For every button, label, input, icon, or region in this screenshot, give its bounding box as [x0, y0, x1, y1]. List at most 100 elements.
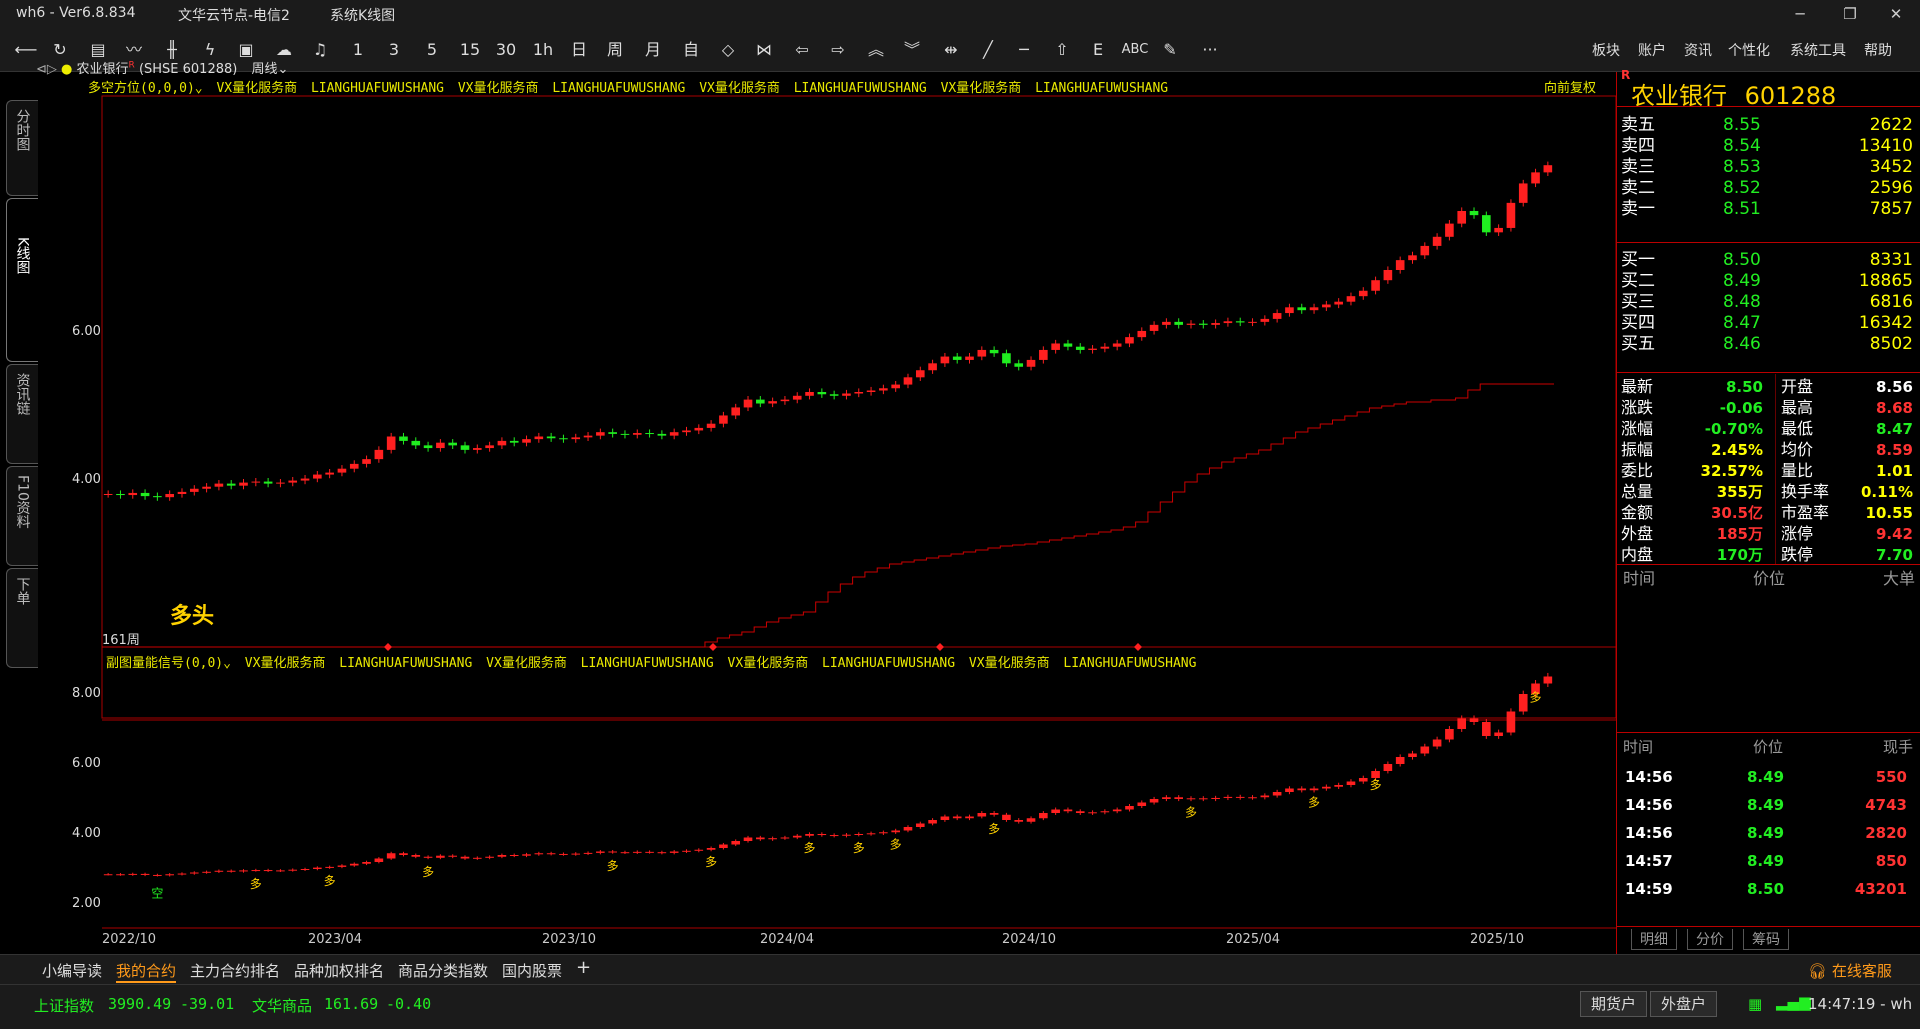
- period-1h[interactable]: 1h: [530, 38, 556, 62]
- period-1[interactable]: 1: [348, 38, 368, 62]
- chevron-down-icon[interactable]: ⌄: [195, 81, 203, 96]
- more-icon[interactable]: ···: [1196, 38, 1224, 62]
- sub-candles-group: [103, 672, 1553, 877]
- screen-icon[interactable]: ▦: [1748, 995, 1762, 1013]
- pen-icon[interactable]: ✎: [1158, 38, 1182, 62]
- minimize-icon[interactable]: ─: [1780, 2, 1820, 26]
- menu-sector[interactable]: 板块: [1592, 40, 1620, 60]
- sub-candle-body: [1235, 796, 1245, 798]
- chart-area[interactable]: 多多多多多多多多多多多多多空: [38, 72, 1616, 954]
- menu-help[interactable]: 帮助: [1864, 40, 1892, 60]
- tab-f10[interactable]: F10资料: [6, 466, 38, 566]
- sub-candle-body: [1494, 732, 1503, 736]
- tab-kline[interactable]: K线图: [6, 198, 38, 362]
- sub-candle-body: [1039, 813, 1048, 819]
- sub-candle-body: [300, 869, 310, 870]
- period-30[interactable]: 30: [492, 38, 520, 62]
- bigorder-header: 时间 价位 大单: [1617, 566, 1920, 592]
- tab-editor-guide[interactable]: 小编导读: [42, 960, 102, 981]
- sub-candle-body: [1445, 729, 1454, 740]
- bid-row[interactable]: 买五 8.46 8502: [1617, 331, 1920, 357]
- right-arrow-icon[interactable]: ⇨: [826, 38, 850, 62]
- tab-news-chain[interactable]: 资讯链: [6, 364, 38, 464]
- sub-candle-body: [1223, 796, 1233, 798]
- menu-account[interactable]: 账户: [1638, 40, 1666, 60]
- left-arrow-icon[interactable]: ⇦: [790, 38, 814, 62]
- close-icon[interactable]: ✕: [1876, 2, 1916, 26]
- instrument-name[interactable]: 农业银行: [77, 62, 129, 77]
- chart-type-icon[interactable]: ⊲▷: [36, 62, 57, 77]
- tab-price-dist[interactable]: 分价: [1687, 929, 1733, 950]
- zoom-in-icon[interactable]: ◇: [716, 38, 740, 62]
- sub-candle-body: [928, 820, 937, 824]
- trendline-icon[interactable]: ╱: [976, 38, 1000, 62]
- tick-row[interactable]: 14:56 8.49 2820: [1617, 819, 1920, 847]
- candle-body: [756, 399, 765, 404]
- sub-indicator-name[interactable]: 副图量能信号(0,0): [106, 656, 223, 671]
- sub-candle-body: [1395, 757, 1405, 764]
- zoom-out-icon[interactable]: ⋈: [752, 38, 776, 62]
- chevron-down-icon[interactable]: ⌄: [223, 656, 231, 671]
- candle-body: [965, 356, 974, 360]
- tab-weighted-ranking[interactable]: 品种加权排名: [294, 960, 384, 981]
- period-day[interactable]: 日: [568, 38, 590, 62]
- index1-name[interactable]: 上证指数: [34, 995, 94, 1016]
- crosshair-icon[interactable]: ⇹: [938, 38, 964, 62]
- menu-personalize[interactable]: 个性化: [1728, 40, 1770, 60]
- period-custom[interactable]: 自: [680, 38, 702, 62]
- add-tab-icon[interactable]: +: [576, 957, 591, 978]
- tick-row[interactable]: 14:57 8.49 850: [1617, 847, 1920, 875]
- tab-category-index[interactable]: 商品分类指数: [398, 960, 488, 981]
- period-5[interactable]: 5: [422, 38, 442, 62]
- candle-body: [399, 436, 408, 441]
- sub-candle-body: [805, 834, 814, 836]
- kline-chart[interactable]: 多多多多多多多多多多多多多空: [38, 72, 1616, 954]
- foreign-account-button[interactable]: 外盘户: [1650, 991, 1718, 1017]
- main-indicator-name[interactable]: 多空方位(0,0,0): [88, 81, 195, 96]
- tab-my-contracts[interactable]: 我的合约: [116, 960, 177, 983]
- sub-candle-body: [952, 816, 962, 819]
- sub-candle-body: [989, 813, 999, 815]
- online-service[interactable]: 🎧︎ 在线客服: [1808, 960, 1892, 981]
- period-15[interactable]: 15: [456, 38, 484, 62]
- period-select[interactable]: 周线⌄: [251, 62, 288, 77]
- sub-candle-body: [632, 851, 642, 853]
- period-3[interactable]: 3: [384, 38, 404, 62]
- candle-body: [928, 363, 937, 371]
- chevron-down-icon: ⌄: [277, 62, 289, 77]
- period-month[interactable]: 月: [642, 38, 664, 62]
- tab-detail[interactable]: 明细: [1631, 929, 1677, 950]
- tab-timeshare[interactable]: 分时图: [6, 100, 38, 196]
- index2-name[interactable]: 文华商品: [252, 995, 312, 1016]
- sub-candle-body: [608, 851, 617, 853]
- ask-row[interactable]: 卖一 8.51 7857: [1617, 196, 1920, 222]
- menu-news[interactable]: 资讯: [1684, 40, 1712, 60]
- fib-icon[interactable]: Ε: [1086, 38, 1110, 62]
- sub-candle-body: [534, 853, 544, 855]
- tick-row[interactable]: 14:56 8.49 4743: [1617, 791, 1920, 819]
- server-node[interactable]: 文华云节点-电信2: [178, 5, 290, 25]
- y-tick-sub-6: 6.00: [72, 756, 101, 771]
- bell-icon[interactable]: ♫: [308, 38, 332, 62]
- period-week[interactable]: 周: [604, 38, 626, 62]
- tab-main-ranking[interactable]: 主力合约排名: [190, 960, 280, 981]
- up-icon[interactable]: ︽: [864, 38, 888, 62]
- tab-chips[interactable]: 筹码: [1743, 929, 1789, 950]
- hline-icon[interactable]: ─: [1012, 38, 1036, 62]
- restore-mode[interactable]: 向前复权: [1544, 77, 1596, 96]
- candle-body: [989, 349, 999, 354]
- sub-candle-body: [165, 874, 174, 876]
- down-icon[interactable]: ︾: [900, 38, 924, 62]
- sub-vendor-en-1: LIANGHUAFUWUSHANG: [339, 656, 473, 671]
- restore-icon[interactable]: ❐: [1830, 2, 1870, 26]
- sub-candle-body: [596, 851, 605, 853]
- text-tool[interactable]: ABC: [1118, 38, 1152, 62]
- futures-account-button[interactable]: 期货户: [1580, 991, 1648, 1017]
- menu-tools[interactable]: 系统工具: [1790, 40, 1846, 60]
- tab-domestic-stocks[interactable]: 国内股票: [502, 960, 562, 981]
- tick-row[interactable]: 14:56 8.49 550: [1617, 763, 1920, 791]
- up-arrow-icon[interactable]: ⇧: [1050, 38, 1074, 62]
- back-icon[interactable]: ⟵: [14, 38, 38, 62]
- tick-row[interactable]: 14:59 8.50 43201: [1617, 875, 1920, 903]
- tab-order[interactable]: 下单: [6, 568, 38, 668]
